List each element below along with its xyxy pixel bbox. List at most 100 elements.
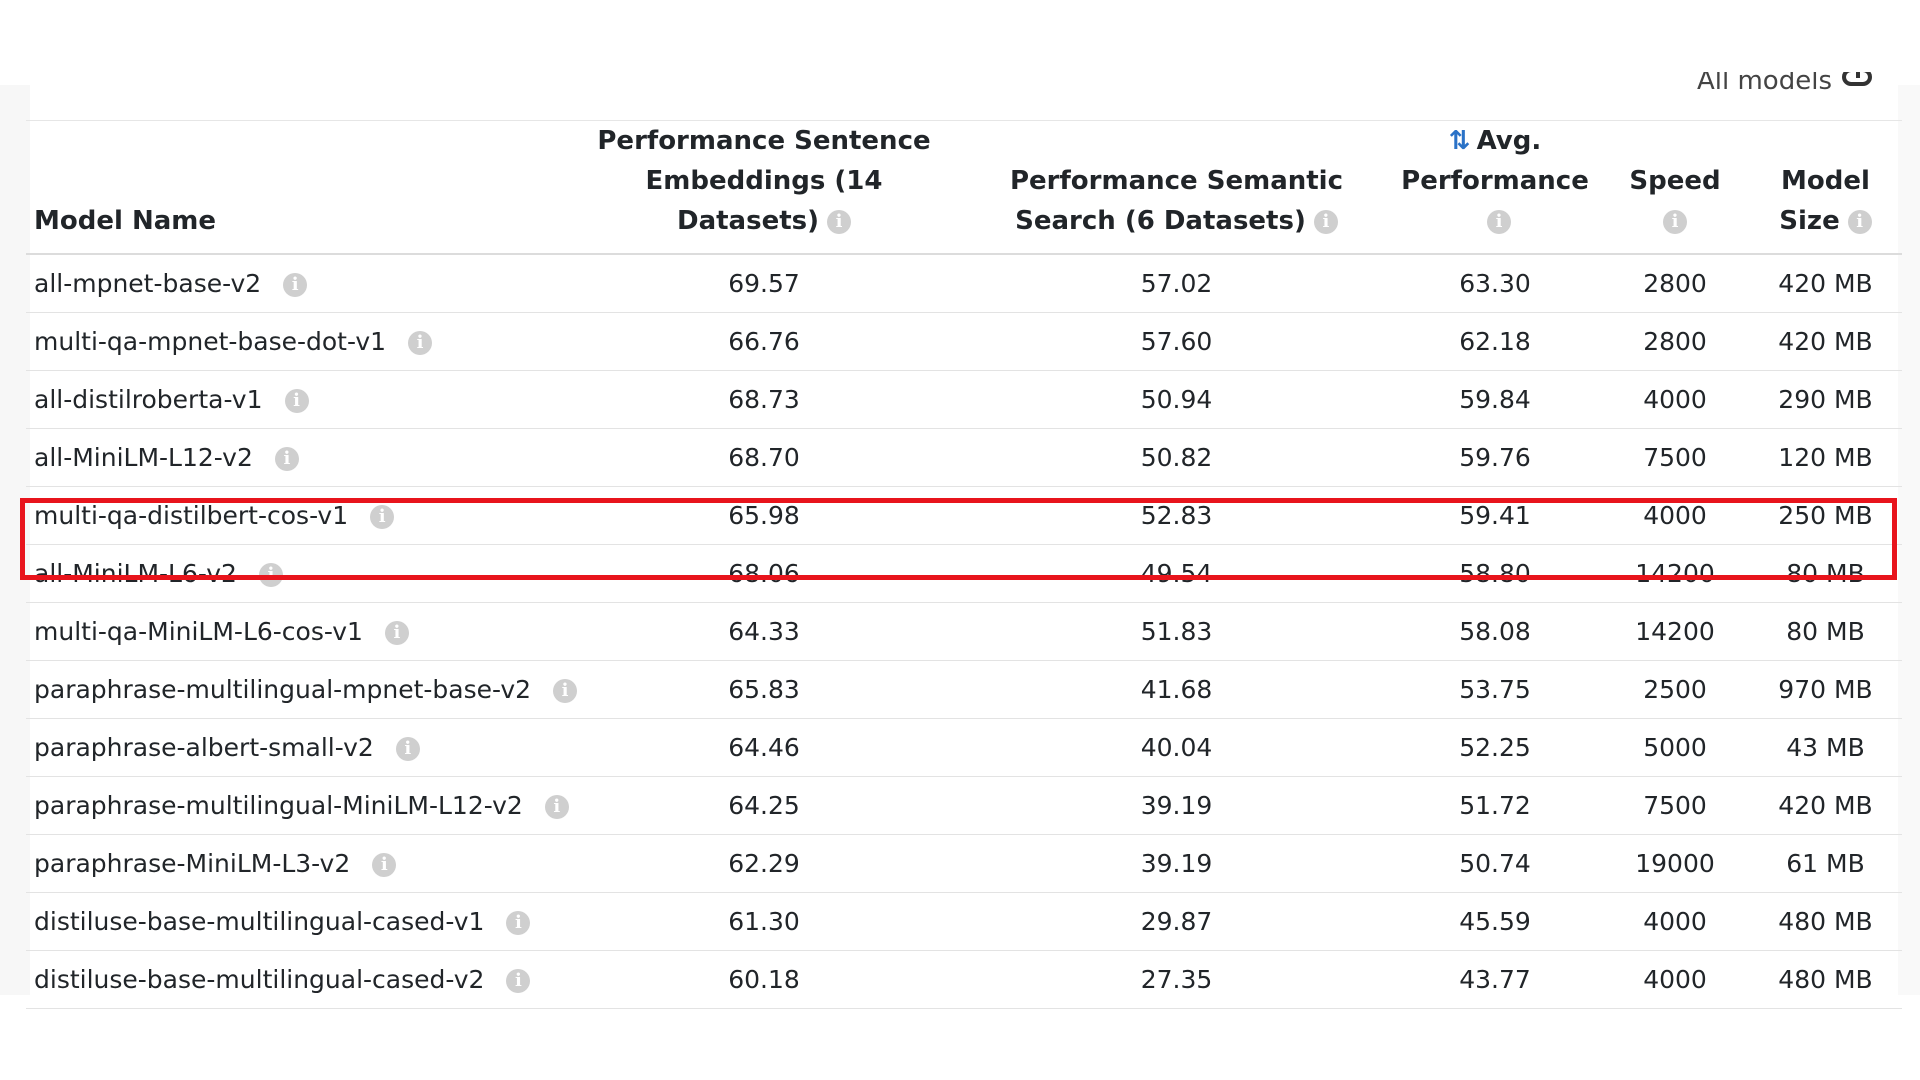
speed-cell-text: 2800 — [1643, 268, 1707, 298]
avg-performance-cell: 59.76 — [1389, 428, 1601, 486]
semantic-score-cell-text: 57.02 — [1140, 268, 1213, 298]
table-row[interactable]: paraphrase-multilingual-MiniLM-L12-v2 i 64… — [26, 776, 1902, 834]
table-body: all-mpnet-base-v2 i 69.57 57.02 63.30 2800 420… — [26, 254, 1902, 1008]
model-size-cell-text: 80 MB — [1786, 616, 1865, 646]
semantic-score-cell: 57.60 — [964, 312, 1389, 370]
model-name-cell-text: paraphrase-MiniLM-L3-v2 — [34, 848, 351, 878]
info-icon[interactable]: i — [1847, 209, 1872, 234]
info-icon[interactable]: i — [1487, 209, 1511, 234]
model-name-cell: distiluse-base-multilingual-cased-v1 i — [26, 892, 564, 950]
avg-performance-cell: 51.72 — [1389, 776, 1601, 834]
avg-performance-cell-text: 63.30 — [1459, 268, 1531, 298]
header-model-size[interactable]: Model Size i — [1749, 120, 1902, 255]
model-size-cell: 290 MB — [1749, 370, 1902, 428]
table-row[interactable]: all-mpnet-base-v2 i 69.57 57.02 63.30 2800 420… — [26, 254, 1902, 312]
model-name-cell: paraphrase-albert-small-v2 i — [26, 718, 564, 776]
sentence-score-cell: 64.25 — [564, 776, 964, 834]
model-name-cell-text: all-MiniLM-L12-v2 — [34, 442, 253, 472]
info-icon[interactable]: i — [372, 852, 397, 877]
model-name-cell-text: distiluse-base-multilingual-cased-v2 — [34, 964, 485, 994]
table-row[interactable]: all-distilroberta-v1 i 68.73 50.94 59.84 4000… — [26, 370, 1902, 428]
all-models-label: All models — [1696, 72, 1832, 96]
avg-performance-cell-text: 51.72 — [1459, 790, 1531, 820]
model-size-cell: 120 MB — [1749, 428, 1902, 486]
model-size-cell-text: 290 MB — [1778, 384, 1873, 414]
speed-cell-text: 14200 — [1635, 616, 1715, 646]
speed-cell: 7500 — [1601, 776, 1749, 834]
info-icon[interactable]: i — [506, 968, 531, 993]
avg-performance-cell-text: 59.84 — [1459, 384, 1531, 414]
info-icon[interactable]: i — [384, 620, 409, 645]
info-icon[interactable]: i — [274, 446, 299, 471]
model-size-cell-text: 420 MB — [1778, 790, 1873, 820]
toggle-icon[interactable] — [1842, 72, 1872, 86]
table-row[interactable]: all-MiniLM-L12-v2 i 68.70 50.82 59.76 7500 120… — [26, 428, 1902, 486]
model-name-cell-text: paraphrase-multilingual-mpnet-base-v2 — [34, 674, 532, 704]
table-row[interactable]: paraphrase-albert-small-v2 i 64.46 40.04 52.… — [26, 718, 1902, 776]
speed-cell-text: 2800 — [1643, 326, 1707, 356]
avg-performance-cell: 50.74 — [1389, 834, 1601, 892]
info-icon[interactable]: i — [1663, 209, 1687, 234]
model-name-cell: multi-qa-mpnet-base-dot-v1 i — [26, 312, 564, 370]
table-row[interactable]: paraphrase-MiniLM-L3-v2 i 62.29 39.19 50.74 1… — [26, 834, 1902, 892]
model-name-cell-text: multi-qa-mpnet-base-dot-v1 — [34, 326, 387, 356]
info-icon[interactable]: i — [506, 910, 531, 935]
info-icon[interactable]: i — [544, 794, 569, 819]
avg-performance-cell: 59.84 — [1389, 370, 1601, 428]
all-models-toggle[interactable]: All models — [1697, 72, 1872, 102]
sentence-score-cell-text: 69.57 — [728, 268, 800, 298]
info-icon[interactable]: i — [283, 272, 308, 297]
header-model-name[interactable]: Model Name — [26, 120, 564, 255]
info-icon[interactable]: i — [827, 209, 851, 234]
info-icon[interactable]: i — [1313, 209, 1338, 234]
info-icon[interactable]: i — [395, 736, 420, 761]
table-row[interactable]: distiluse-base-multilingual-cased-v1 i 61.… — [26, 892, 1902, 950]
speed-cell: 5000 — [1601, 718, 1749, 776]
sentence-score-cell: 68.70 — [564, 428, 964, 486]
avg-performance-cell-text: 50.74 — [1459, 848, 1531, 878]
avg-performance-cell-text: 53.75 — [1459, 674, 1531, 704]
speed-cell-text: 5000 — [1643, 732, 1707, 762]
semantic-score-cell-text: 41.68 — [1140, 674, 1213, 704]
info-icon[interactable]: i — [284, 388, 309, 413]
semantic-score-cell: 50.82 — [964, 428, 1389, 486]
header-perf-semantic[interactable]: Performance Semantic Search (6 Datasets)… — [964, 120, 1389, 255]
model-size-cell-text: 120 MB — [1778, 442, 1873, 472]
speed-cell-text: 19000 — [1635, 848, 1715, 878]
semantic-score-cell: 51.83 — [964, 602, 1389, 660]
avg-performance-cell-text: 52.25 — [1459, 732, 1531, 762]
sentence-score-cell: 61.30 — [564, 892, 964, 950]
model-name-cell: all-mpnet-base-v2 i — [26, 254, 564, 312]
semantic-score-cell-text: 27.35 — [1140, 964, 1213, 994]
speed-cell-text: 4000 — [1643, 964, 1707, 994]
table-row[interactable]: multi-qa-mpnet-base-dot-v1 i 66.76 57.60 62.… — [26, 312, 1902, 370]
sentence-score-cell: 66.76 — [564, 312, 964, 370]
model-size-cell: 480 MB — [1749, 950, 1902, 1008]
table-row[interactable]: distiluse-base-multilingual-cased-v2 i 60.… — [26, 950, 1902, 1008]
model-size-cell-text: 61 MB — [1786, 848, 1865, 878]
header-avg-performance[interactable]: ⇅ Avg. Performancei — [1389, 120, 1601, 255]
sentence-score-cell-text: 64.46 — [728, 732, 800, 762]
info-icon[interactable]: i — [553, 678, 578, 703]
header-perf-sentence[interactable]: Performance Sentence Embeddings (14 Data… — [564, 120, 964, 255]
sort-icon[interactable]: ⇅ — [1449, 121, 1471, 161]
header-speed[interactable]: Speed i — [1601, 120, 1749, 255]
model-name-cell: all-MiniLM-L12-v2 i — [26, 428, 564, 486]
model-size-cell: 480 MB — [1749, 892, 1902, 950]
avg-performance-cell: 62.18 — [1389, 312, 1601, 370]
sentence-score-cell: 60.18 — [564, 950, 964, 1008]
avg-performance-cell: 43.77 — [1389, 950, 1601, 1008]
model-name-cell-text: multi-qa-MiniLM-L6-cos-v1 — [34, 616, 363, 646]
avg-performance-cell-text: 45.59 — [1459, 906, 1531, 936]
sentence-score-cell: 68.73 — [564, 370, 964, 428]
model-name-cell: distiluse-base-multilingual-cased-v2 i — [26, 950, 564, 1008]
semantic-score-cell: 41.68 — [964, 660, 1389, 718]
info-icon[interactable]: i — [408, 330, 433, 355]
speed-cell: 14200 — [1601, 602, 1749, 660]
table-row[interactable]: paraphrase-multilingual-mpnet-base-v2 i 65… — [26, 660, 1902, 718]
sentence-score-cell-text: 62.29 — [728, 848, 800, 878]
semantic-score-cell: 40.04 — [964, 718, 1389, 776]
table-row[interactable]: multi-qa-MiniLM-L6-cos-v1 i 64.33 51.83 58.0… — [26, 602, 1902, 660]
model-name-cell: paraphrase-MiniLM-L3-v2 i — [26, 834, 564, 892]
model-size-cell-text: 43 MB — [1786, 732, 1865, 762]
